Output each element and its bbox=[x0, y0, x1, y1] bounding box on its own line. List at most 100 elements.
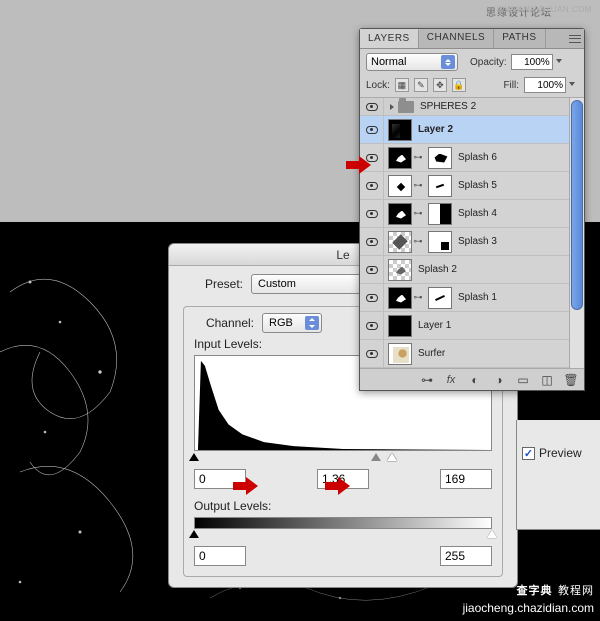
output-gradient bbox=[194, 517, 492, 529]
canvas-splash-art bbox=[0, 222, 170, 619]
tab-channels[interactable]: CHANNELS bbox=[419, 29, 494, 48]
layer-row[interactable]: Splash 2 bbox=[360, 256, 584, 284]
lock-label: Lock: bbox=[366, 80, 390, 91]
visibility-icon[interactable] bbox=[366, 350, 378, 358]
preset-label: Preset: bbox=[183, 277, 243, 291]
visibility-icon[interactable] bbox=[366, 126, 378, 134]
visibility-icon[interactable] bbox=[366, 294, 378, 302]
link-icon: ⊶ bbox=[413, 152, 423, 163]
layer-thumbnail[interactable] bbox=[388, 287, 412, 309]
layer-row[interactable]: Layer 1 bbox=[360, 312, 584, 340]
panel-menu-button[interactable] bbox=[566, 29, 584, 48]
layer-thumbnail[interactable] bbox=[388, 147, 412, 169]
lock-pixels-icon[interactable]: ✎ bbox=[414, 78, 428, 92]
tab-layers[interactable]: LAYERS bbox=[360, 29, 419, 48]
mask-thumbnail[interactable] bbox=[428, 203, 452, 225]
black-point-slider[interactable] bbox=[189, 453, 199, 461]
white-point-slider[interactable] bbox=[387, 453, 397, 461]
layer-row[interactable]: ⊶ Splash 5 bbox=[360, 172, 584, 200]
group-icon[interactable]: ▭ bbox=[516, 373, 530, 387]
lock-position-icon[interactable]: ✥ bbox=[433, 78, 447, 92]
dialog-right-strip bbox=[516, 420, 600, 530]
fx-icon[interactable]: fx bbox=[444, 373, 458, 387]
blend-mode-value: Normal bbox=[371, 56, 406, 68]
layer-group-row[interactable]: SPHERES 2 bbox=[360, 98, 584, 116]
layer-row[interactable]: ⊶ Splash 3 bbox=[360, 228, 584, 256]
menu-icon bbox=[569, 35, 581, 43]
watermark-url-top: WWW.MISSYUAN.COM bbox=[497, 5, 592, 14]
preview-checkbox[interactable]: ✓ bbox=[522, 447, 535, 460]
layer-thumbnail[interactable] bbox=[388, 203, 412, 225]
fill-label: Fill: bbox=[503, 80, 519, 91]
mask-icon[interactable]: ◐ bbox=[468, 373, 482, 387]
scroll-thumb[interactable] bbox=[571, 100, 583, 310]
lock-transparency-icon[interactable]: ▦ bbox=[395, 78, 409, 92]
layer-name: Splash 3 bbox=[458, 236, 497, 247]
folder-icon bbox=[398, 101, 414, 113]
visibility-icon[interactable] bbox=[366, 210, 378, 218]
layer-row[interactable]: Layer 2 bbox=[360, 116, 584, 144]
trash-icon[interactable]: 🗑 bbox=[564, 373, 578, 387]
mask-thumbnail[interactable] bbox=[428, 147, 452, 169]
link-icon: ⊶ bbox=[413, 208, 423, 219]
dropdown-arrows-icon bbox=[441, 55, 455, 69]
channel-label: Channel: bbox=[194, 316, 254, 330]
layer-thumbnail[interactable] bbox=[388, 231, 412, 253]
layer-name: Surfer bbox=[418, 348, 445, 359]
output-black-field[interactable] bbox=[194, 546, 246, 566]
visibility-icon[interactable] bbox=[366, 322, 378, 330]
adjustment-icon[interactable]: ◑ bbox=[492, 373, 506, 387]
input-slider-track[interactable] bbox=[194, 453, 492, 463]
output-black-slider[interactable] bbox=[189, 530, 199, 538]
opacity-label: Opacity: bbox=[470, 57, 507, 68]
layer-name: Splash 6 bbox=[458, 152, 497, 163]
lock-all-icon[interactable]: 🔒 bbox=[452, 78, 466, 92]
channel-value: RGB bbox=[269, 317, 293, 329]
new-layer-icon[interactable]: ◫ bbox=[540, 373, 554, 387]
layers-panel: LAYERS CHANNELS PATHS Normal Opacity: 10… bbox=[359, 28, 585, 391]
channel-select[interactable]: RGB bbox=[262, 313, 322, 333]
watermark-bottom-big: 查字典 教程网 bbox=[517, 581, 594, 599]
layer-thumbnail[interactable] bbox=[388, 119, 412, 141]
visibility-icon[interactable] bbox=[366, 182, 378, 190]
layer-name: Layer 1 bbox=[418, 320, 451, 331]
output-white-field[interactable] bbox=[440, 546, 492, 566]
layer-thumbnail[interactable] bbox=[388, 343, 412, 365]
opacity-field[interactable]: 100% bbox=[511, 54, 553, 70]
layer-name: Splash 5 bbox=[458, 180, 497, 191]
layer-name: Splash 4 bbox=[458, 208, 497, 219]
output-white-slider[interactable] bbox=[487, 530, 497, 538]
layer-name: Layer 2 bbox=[418, 124, 453, 135]
layer-thumbnail[interactable] bbox=[388, 315, 412, 337]
layers-panel-footer: ⊶ fx ◐ ◑ ▭ ◫ 🗑 bbox=[360, 368, 584, 390]
visibility-icon[interactable] bbox=[366, 103, 378, 111]
layer-row[interactable]: ⊶ Splash 1 bbox=[360, 284, 584, 312]
mask-thumbnail[interactable] bbox=[428, 287, 452, 309]
layer-row[interactable]: Surfer bbox=[360, 340, 584, 368]
input-white-field[interactable] bbox=[440, 469, 492, 489]
visibility-icon[interactable] bbox=[366, 266, 378, 274]
link-icon: ⊶ bbox=[413, 180, 423, 191]
preset-value: Custom bbox=[258, 278, 296, 290]
mask-thumbnail[interactable] bbox=[428, 175, 452, 197]
layer-row[interactable]: ⊶ Splash 4 bbox=[360, 200, 584, 228]
layer-name: Splash 1 bbox=[458, 292, 497, 303]
group-toggle-icon[interactable] bbox=[390, 104, 394, 110]
visibility-icon[interactable] bbox=[366, 238, 378, 246]
mask-thumbnail[interactable] bbox=[428, 231, 452, 253]
layer-name: SPHERES 2 bbox=[420, 101, 476, 112]
output-levels-label: Output Levels: bbox=[194, 499, 492, 513]
layer-thumbnail[interactable] bbox=[388, 259, 412, 281]
dropdown-arrows-icon bbox=[305, 316, 319, 330]
fill-field[interactable]: 100% bbox=[524, 77, 566, 93]
layer-row[interactable]: ⊶ Splash 6 bbox=[360, 144, 584, 172]
gamma-slider[interactable] bbox=[371, 453, 381, 461]
link-layers-icon[interactable]: ⊶ bbox=[420, 373, 434, 387]
link-icon: ⊶ bbox=[413, 236, 423, 247]
scrollbar[interactable] bbox=[569, 98, 584, 368]
blend-mode-select[interactable]: Normal bbox=[366, 53, 458, 71]
preview-checkbox-wrap[interactable]: ✓ Preview bbox=[518, 444, 586, 462]
layer-thumbnail[interactable] bbox=[388, 175, 412, 197]
output-slider-track[interactable] bbox=[194, 530, 492, 540]
tab-paths[interactable]: PATHS bbox=[494, 29, 545, 48]
